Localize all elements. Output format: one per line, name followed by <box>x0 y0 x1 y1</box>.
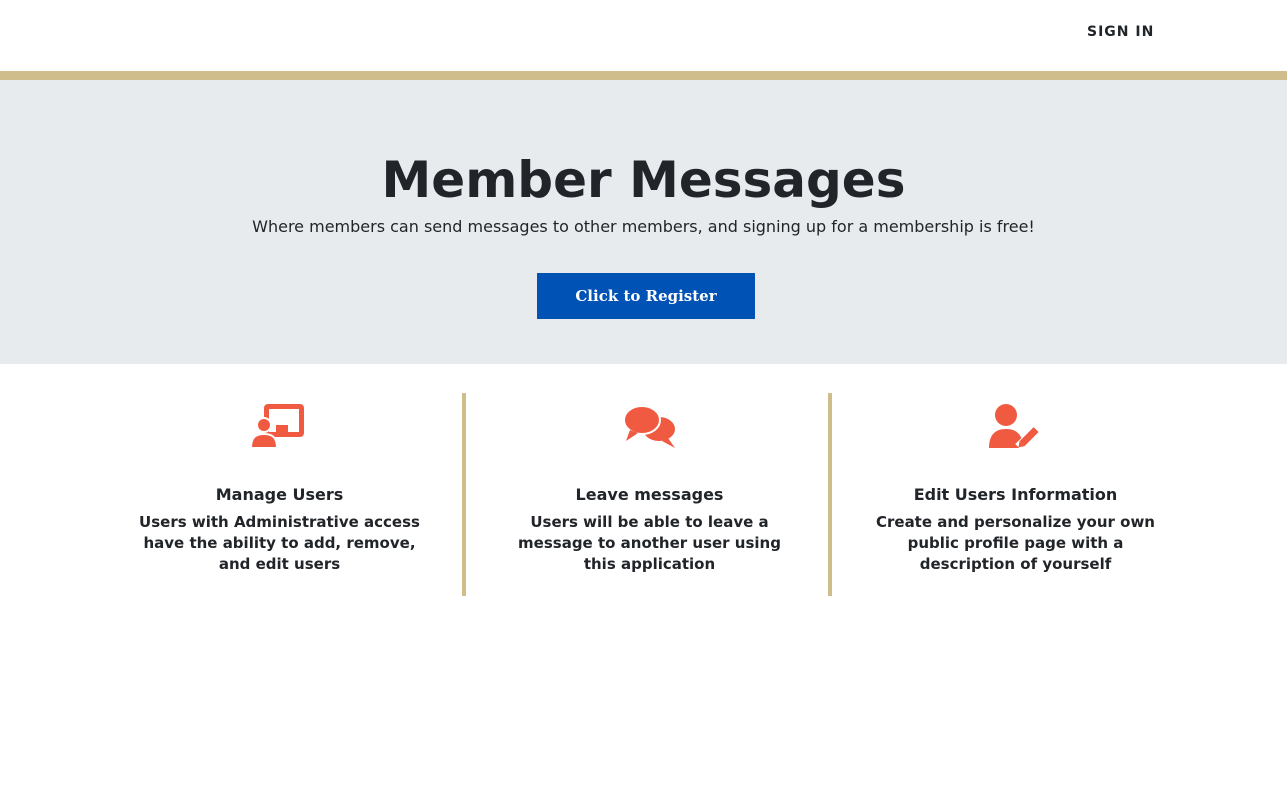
feature-title: Edit Users Information <box>913 485 1118 504</box>
feature-edit-users: Edit Users Information Create and person… <box>828 393 1199 596</box>
page-title: Member Messages <box>381 151 906 209</box>
feature-leave-messages: Leave messages Users will be able to lea… <box>462 393 833 596</box>
user-edit-icon <box>988 404 1041 451</box>
chat-bubbles-icon <box>622 405 677 448</box>
hero-section: Member Messages Where members can send m… <box>0 80 1287 364</box>
feature-description: Create and personalize your own public p… <box>875 513 1155 573</box>
feature-title: Manage Users <box>215 485 344 504</box>
hero-subtitle: Where members can send messages to other… <box>252 217 1035 236</box>
gold-divider <box>0 71 1287 80</box>
presenter-board-icon <box>249 404 304 449</box>
feature-description: Users with Administrative access have th… <box>139 513 420 573</box>
features-section: Manage Users Users with Administrative a… <box>0 364 1287 806</box>
sign-in-link[interactable]: SIGN IN <box>1087 24 1154 40</box>
feature-manage-users: Manage Users Users with Administrative a… <box>96 393 463 596</box>
feature-title: Leave messages <box>575 485 724 504</box>
feature-description: Users will be able to leave a message to… <box>518 513 781 573</box>
register-button[interactable]: Click to Register <box>537 273 755 319</box>
top-navbar: SIGN IN <box>0 0 1287 71</box>
